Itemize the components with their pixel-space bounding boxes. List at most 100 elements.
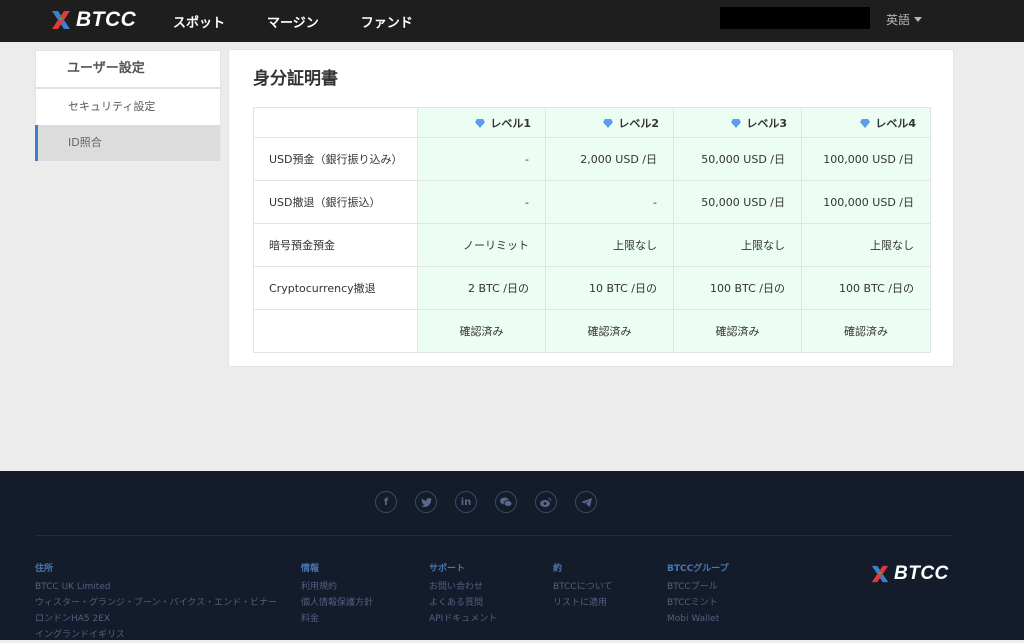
limit-cell: 上限なし bbox=[545, 223, 674, 267]
row-label: USD撤退（銀行振込） bbox=[253, 180, 418, 224]
row-label-empty bbox=[253, 309, 418, 353]
limit-cell: 上限なし bbox=[801, 223, 931, 267]
diamond-icon bbox=[731, 118, 742, 128]
footer-logo-text: BTCC bbox=[894, 563, 949, 584]
diamond-icon bbox=[603, 118, 614, 128]
weibo-icon[interactable] bbox=[535, 491, 557, 513]
footer-column-title: 住所 bbox=[35, 564, 54, 574]
twitter-bird-glyph bbox=[420, 497, 432, 507]
footer-address-line: BTCC UK Limited bbox=[35, 582, 111, 592]
footer-divider bbox=[35, 535, 953, 536]
wechat-icon[interactable] bbox=[495, 491, 517, 513]
main-nav: スポット マージン ファンド bbox=[173, 0, 455, 42]
level-header: レベル3 bbox=[673, 107, 802, 138]
weibo-glyph bbox=[540, 498, 552, 507]
limit-cell: 10 BTC /日の bbox=[545, 266, 674, 310]
language-selector[interactable]: 英語 bbox=[886, 11, 923, 28]
site-footer: f in 住所 BTCC UK Limited ウィスター・グランジ・ブーン・バ… bbox=[0, 471, 1024, 640]
table-header-row: レベル1 レベル2 レベル3 レベル4 bbox=[253, 107, 931, 138]
verified-status: 確認済み bbox=[545, 309, 674, 353]
limit-cell: 50,000 USD /日 bbox=[673, 180, 802, 224]
footer-logo: BTCC bbox=[870, 563, 949, 585]
facebook-icon[interactable]: f bbox=[375, 491, 397, 513]
footer-column-title: 約 bbox=[553, 564, 563, 574]
limit-cell: - bbox=[417, 137, 546, 181]
redacted-account-box bbox=[720, 7, 870, 29]
identity-panel: 身分証明書 レベル1 レベル2 レベル3 レベル4 USD預金（銀行振り込み） … bbox=[228, 49, 954, 367]
footer-address-line: イングランドイギリス bbox=[35, 630, 126, 640]
table-row: USD撤退（銀行振込） - - 50,000 USD /日 100,000 US… bbox=[253, 180, 931, 224]
limit-cell: 50,000 USD /日 bbox=[673, 137, 802, 181]
settings-sidebar: ユーザー設定 セキュリティ設定 ID照合 bbox=[35, 50, 221, 161]
table-row: Cryptocurrency撤退 2 BTC /日の 10 BTC /日の 10… bbox=[253, 266, 931, 310]
footer-link-api-docs[interactable]: APIドキュメント bbox=[429, 611, 497, 627]
footer-link-about[interactable]: BTCCについて bbox=[553, 579, 612, 595]
table-corner-cell bbox=[253, 107, 418, 138]
row-label: USD預金（銀行振り込み） bbox=[253, 137, 418, 181]
verified-status: 確認済み bbox=[801, 309, 931, 353]
limit-cell: 100,000 USD /日 bbox=[801, 180, 931, 224]
verified-status: 確認済み bbox=[673, 309, 802, 353]
limit-cell: 2,000 USD /日 bbox=[545, 137, 674, 181]
level-header: レベル1 bbox=[417, 107, 546, 138]
footer-link-privacy[interactable]: 個人情報保護方針 bbox=[301, 595, 373, 611]
limit-cell: 100,000 USD /日 bbox=[801, 137, 931, 181]
telegram-icon[interactable] bbox=[575, 491, 597, 513]
sidebar-heading: ユーザー設定 bbox=[35, 50, 221, 89]
footer-column-about: 約 BTCCについて リストに適用 bbox=[553, 561, 612, 611]
footer-column-group: BTCCグループ BTCCプール BTCCミント Mobi Wallet bbox=[667, 561, 729, 627]
level-header: レベル2 bbox=[545, 107, 674, 138]
footer-column-support: サポート お問い合わせ よくある質問 APIドキュメント bbox=[429, 561, 497, 627]
footer-address-line: ウィスター・グランジ・ブーン・バイクス・エンド・ビナー bbox=[35, 598, 278, 608]
table-row: USD預金（銀行振り込み） - 2,000 USD /日 50,000 USD … bbox=[253, 137, 931, 181]
linkedin-icon[interactable]: in bbox=[455, 491, 477, 513]
footer-column-address: 住所 BTCC UK Limited ウィスター・グランジ・ブーン・バイクス・エ… bbox=[35, 561, 277, 643]
logo-text: BTCC bbox=[76, 8, 137, 31]
btcc-logo-icon bbox=[52, 11, 70, 29]
footer-link-terms[interactable]: 利用規約 bbox=[301, 579, 373, 595]
top-navigation-bar: BTCC スポット マージン ファンド 英語 bbox=[0, 0, 1024, 42]
footer-address-line: ロンドンHA5 2EX bbox=[35, 614, 111, 624]
verified-status: 確認済み bbox=[417, 309, 546, 353]
footer-link-contact[interactable]: お問い合わせ bbox=[429, 579, 497, 595]
nav-fund[interactable]: ファンド bbox=[361, 12, 413, 31]
verification-levels-table: レベル1 レベル2 レベル3 レベル4 USD預金（銀行振り込み） - 2,00… bbox=[253, 107, 931, 353]
footer-column-info: 情報 利用規約 個人情報保護方針 料金 bbox=[301, 561, 373, 627]
diamond-icon bbox=[475, 118, 486, 128]
nav-margin[interactable]: マージン bbox=[267, 12, 319, 31]
footer-link-faq[interactable]: よくある質問 bbox=[429, 595, 497, 611]
sidebar-item-id-verification[interactable]: ID照合 bbox=[35, 125, 221, 161]
footer-link-listing[interactable]: リストに適用 bbox=[553, 595, 612, 611]
twitter-icon[interactable] bbox=[415, 491, 437, 513]
footer-link-btcc-mint[interactable]: BTCCミント bbox=[667, 595, 729, 611]
level-header: レベル4 bbox=[801, 107, 931, 138]
row-label: Cryptocurrency撤退 bbox=[253, 266, 418, 310]
footer-column-title: BTCCグループ bbox=[667, 564, 729, 574]
table-row: 暗号預金預金 ノーリミット 上限なし 上限なし 上限なし bbox=[253, 223, 931, 267]
footer-link-mobi-wallet[interactable]: Mobi Wallet bbox=[667, 611, 729, 627]
limit-cell: - bbox=[417, 180, 546, 224]
table-row-status: 確認済み 確認済み 確認済み 確認済み bbox=[253, 309, 931, 353]
limit-cell: ノーリミット bbox=[417, 223, 546, 267]
footer-link-btcc-pool[interactable]: BTCCプール bbox=[667, 579, 729, 595]
limit-cell: 100 BTC /日の bbox=[673, 266, 802, 310]
chevron-down-icon bbox=[914, 17, 923, 22]
btcc-logo[interactable]: BTCC bbox=[50, 8, 136, 32]
btcc-logo-icon bbox=[871, 565, 889, 583]
page-title: 身分証明書 bbox=[253, 69, 338, 89]
limit-cell: 上限なし bbox=[673, 223, 802, 267]
diamond-icon bbox=[860, 118, 871, 128]
telegram-glyph bbox=[580, 497, 592, 507]
wechat-glyph bbox=[500, 497, 512, 507]
footer-column-title: 情報 bbox=[301, 564, 320, 574]
limit-cell: - bbox=[545, 180, 674, 224]
social-links: f in bbox=[375, 491, 615, 513]
footer-link-fees[interactable]: 料金 bbox=[301, 611, 373, 627]
limit-cell: 100 BTC /日の bbox=[801, 266, 931, 310]
footer-column-title: サポート bbox=[429, 564, 466, 574]
language-label: 英語 bbox=[886, 13, 911, 27]
row-label: 暗号預金預金 bbox=[253, 223, 418, 267]
nav-spot[interactable]: スポット bbox=[173, 12, 225, 31]
limit-cell: 2 BTC /日の bbox=[417, 266, 546, 310]
sidebar-item-security[interactable]: セキュリティ設定 bbox=[35, 89, 221, 125]
